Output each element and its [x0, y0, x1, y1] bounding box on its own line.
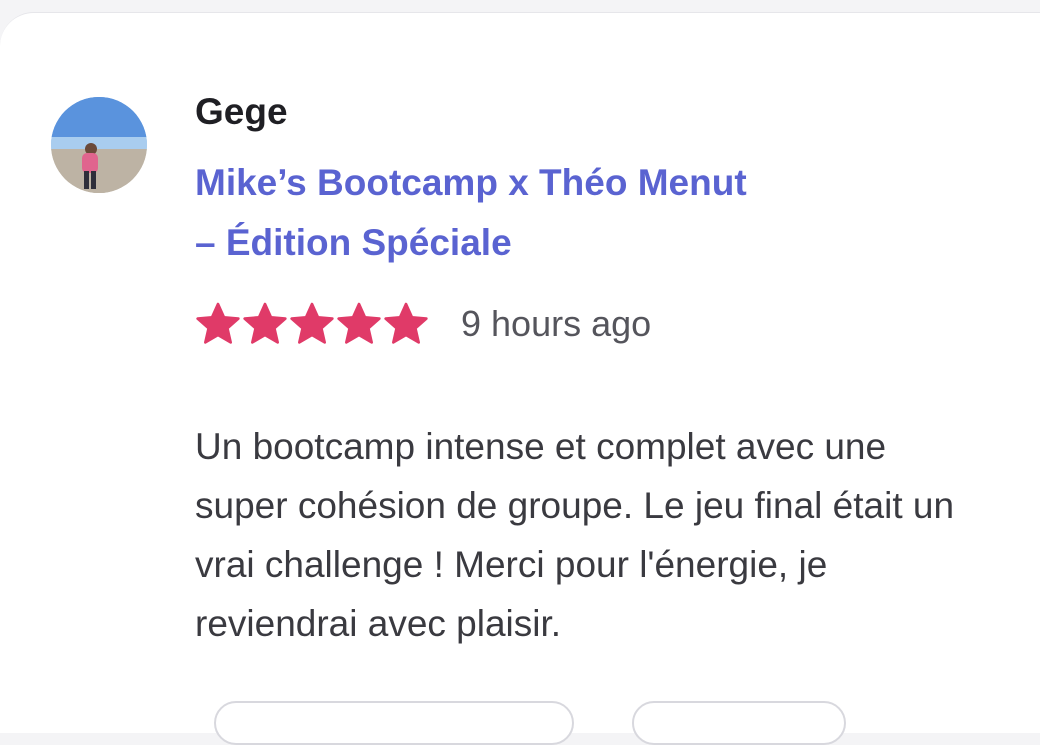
star-rating: [195, 301, 429, 347]
avatar[interactable]: [51, 97, 147, 193]
action-pill-button[interactable]: [632, 701, 846, 745]
star-icon: [337, 302, 381, 344]
review-card: Gege Mike’s Bootcamp x Théo Menut – Édit…: [0, 12, 1040, 745]
rating-row: 9 hours ago: [195, 301, 651, 347]
event-title-link[interactable]: Mike’s Bootcamp x Théo Menut – Édition S…: [195, 153, 755, 273]
star-icon: [196, 302, 240, 344]
action-pill-button[interactable]: [214, 701, 574, 745]
star-icon: [290, 302, 334, 344]
author-name[interactable]: Gege: [195, 91, 288, 133]
star-icon: [384, 302, 428, 344]
review-timestamp: 9 hours ago: [461, 303, 652, 344]
avatar-photo: [51, 97, 147, 193]
star-icon: [243, 302, 287, 344]
review-text: Un bootcamp intense et complet avec une …: [195, 426, 955, 644]
